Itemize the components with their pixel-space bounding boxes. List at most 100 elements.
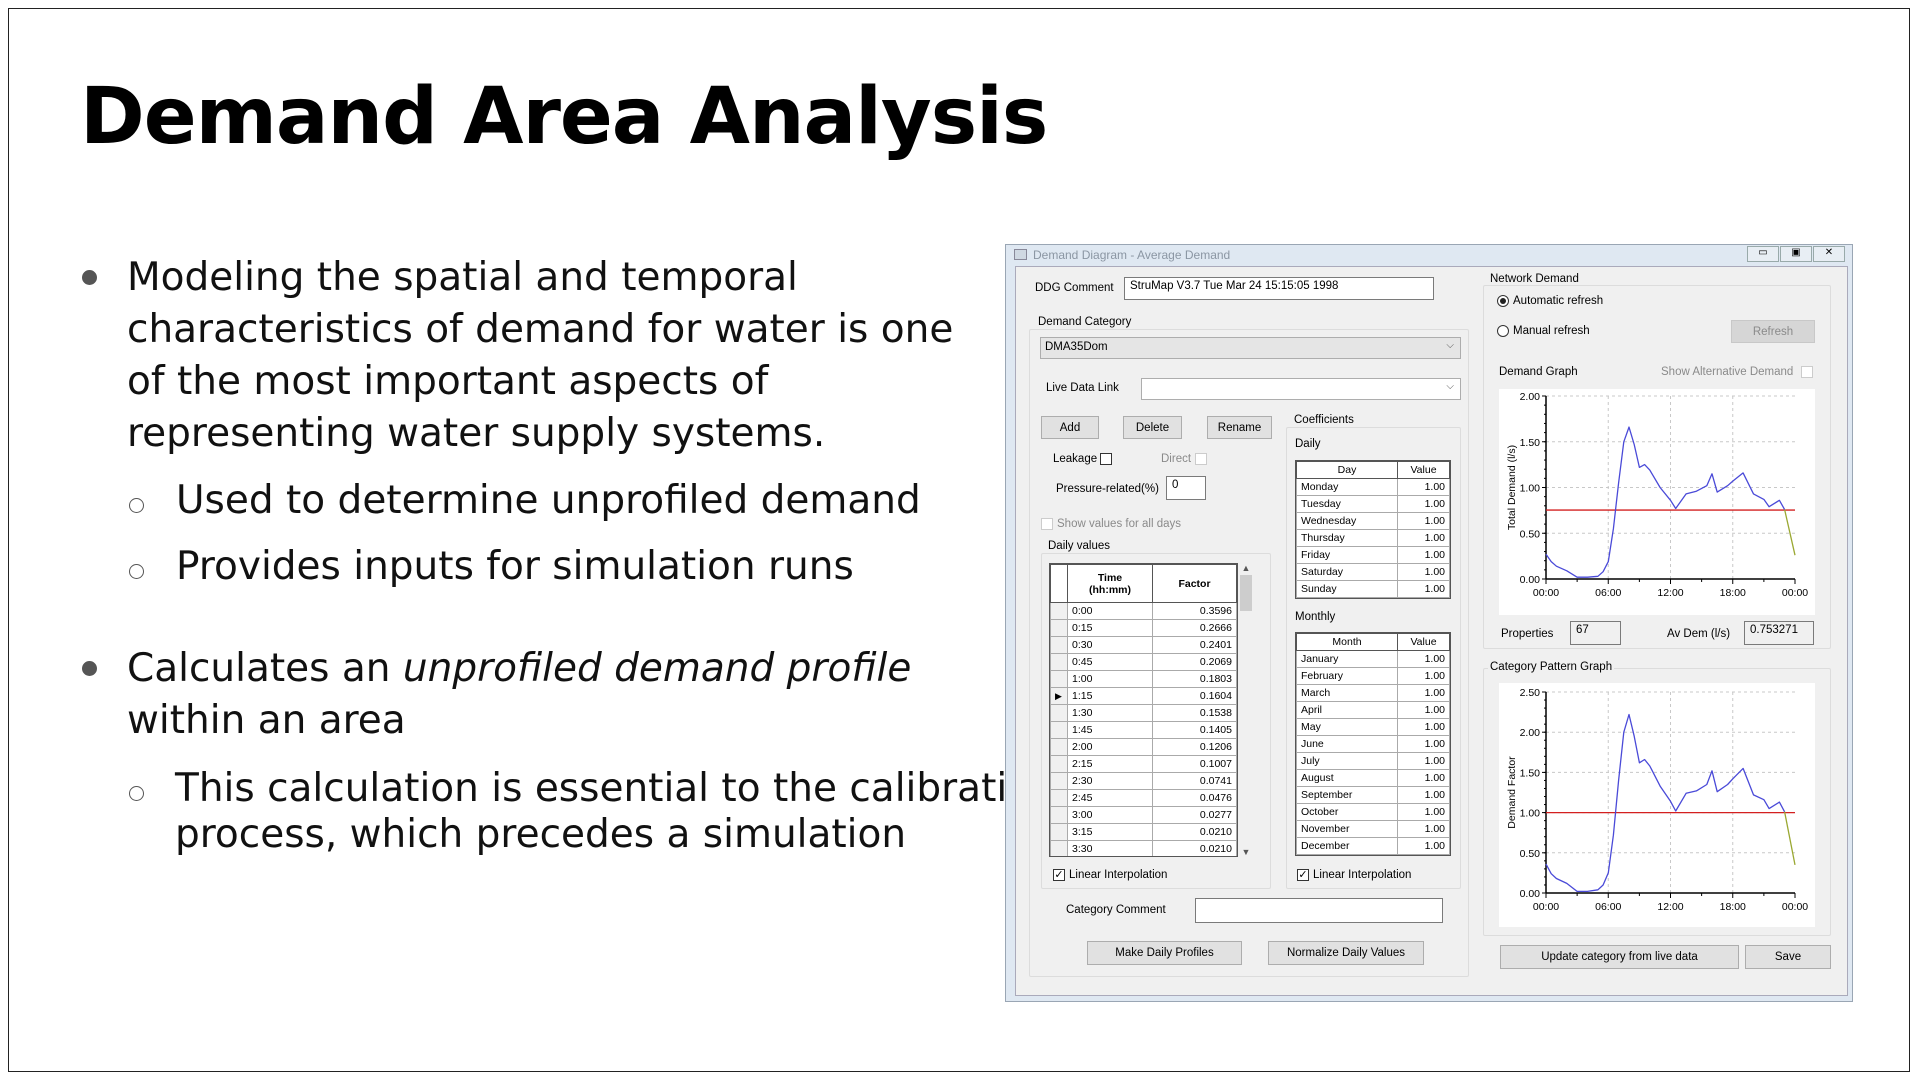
daily-linear-interpolation-checkbox[interactable]: ✓ — [1053, 869, 1065, 881]
row-label-cell[interactable]: 3:00 — [1067, 806, 1153, 824]
row-label-cell[interactable]: July — [1296, 752, 1398, 770]
row-selector[interactable]: ▶ — [1050, 687, 1068, 705]
row-value-cell[interactable]: 1.00 — [1397, 563, 1450, 581]
row-label-cell[interactable]: Friday — [1296, 546, 1398, 564]
update-category-button[interactable]: Update category from live data — [1500, 945, 1739, 969]
row-value-cell[interactable]: 0.2401 — [1152, 636, 1237, 654]
row-selector[interactable] — [1050, 755, 1068, 773]
row-label-cell[interactable]: December — [1296, 837, 1398, 855]
row-value-cell[interactable]: 1.00 — [1397, 701, 1450, 719]
row-value-cell[interactable]: 1.00 — [1397, 820, 1450, 838]
row-label-cell[interactable]: 1:15 — [1067, 687, 1153, 705]
row-label-cell[interactable]: 2:30 — [1067, 772, 1153, 790]
row-label-cell[interactable]: January — [1296, 650, 1398, 668]
scroll-down-icon[interactable]: ▼ — [1238, 847, 1254, 857]
row-value-cell[interactable]: 1.00 — [1397, 718, 1450, 736]
table-row[interactable]: November 1.00 — [1296, 820, 1450, 838]
row-label-cell[interactable]: 1:00 — [1067, 670, 1153, 688]
row-label-cell[interactable]: August — [1296, 769, 1398, 787]
row-selector[interactable] — [1050, 653, 1068, 671]
table-row[interactable]: February 1.00 — [1296, 667, 1450, 685]
automatic-refresh-radio[interactable] — [1497, 295, 1509, 307]
row-value-cell[interactable]: 0.2666 — [1152, 619, 1237, 637]
table-row[interactable]: 3:00 0.0277 — [1050, 806, 1237, 824]
table-row[interactable]: July 1.00 — [1296, 752, 1450, 770]
row-label-cell[interactable]: 0:45 — [1067, 653, 1153, 671]
save-button[interactable]: Save — [1745, 945, 1831, 969]
maximize-button[interactable]: ▣ — [1780, 246, 1812, 262]
table-row[interactable]: March 1.00 — [1296, 684, 1450, 702]
delete-button[interactable]: Delete — [1123, 416, 1182, 439]
row-value-cell[interactable]: 0.2069 — [1152, 653, 1237, 671]
table-row[interactable]: June 1.00 — [1296, 735, 1450, 753]
row-value-cell[interactable]: 1.00 — [1397, 546, 1450, 564]
row-label-cell[interactable]: November — [1296, 820, 1398, 838]
row-label-cell[interactable]: Sunday — [1296, 580, 1398, 598]
table-row[interactable]: 0:00 0.3596 — [1050, 602, 1237, 620]
table-row[interactable]: 1:00 0.1803 — [1050, 670, 1237, 688]
rename-button[interactable]: Rename — [1207, 416, 1272, 439]
row-label-cell[interactable]: May — [1296, 718, 1398, 736]
row-label-cell[interactable]: June — [1296, 735, 1398, 753]
table-row[interactable]: Saturday 1.00 — [1296, 563, 1450, 581]
row-label-cell[interactable]: Saturday — [1296, 563, 1398, 581]
table-row[interactable]: May 1.00 — [1296, 718, 1450, 736]
table-row[interactable]: 0:30 0.2401 — [1050, 636, 1237, 654]
make-daily-profiles-button[interactable]: Make Daily Profiles — [1087, 941, 1242, 965]
demand-category-select[interactable]: DMA35Dom ⌵ — [1040, 337, 1461, 359]
table-row[interactable]: Thursday 1.00 — [1296, 529, 1450, 547]
row-selector[interactable] — [1050, 789, 1068, 807]
table-row[interactable]: 1:45 0.1405 — [1050, 721, 1237, 739]
row-selector[interactable] — [1050, 738, 1068, 756]
table-row[interactable]: October 1.00 — [1296, 803, 1450, 821]
show-alternative-demand-checkbox[interactable] — [1801, 366, 1813, 378]
row-label-cell[interactable]: March — [1296, 684, 1398, 702]
row-selector[interactable] — [1050, 704, 1068, 722]
row-label-cell[interactable]: 2:00 — [1067, 738, 1153, 756]
pressure-related-input[interactable]: 0 — [1166, 476, 1206, 500]
table-row[interactable]: Friday 1.00 — [1296, 546, 1450, 564]
refresh-button[interactable]: Refresh — [1731, 320, 1815, 343]
table-row[interactable]: 2:45 0.0476 — [1050, 789, 1237, 807]
table-row[interactable]: August 1.00 — [1296, 769, 1450, 787]
table-row[interactable]: April 1.00 — [1296, 701, 1450, 719]
row-value-cell[interactable]: 1.00 — [1397, 752, 1450, 770]
row-value-cell[interactable]: 1.00 — [1397, 529, 1450, 547]
row-label-cell[interactable]: 1:30 — [1067, 704, 1153, 722]
row-value-cell[interactable]: 0.1405 — [1152, 721, 1237, 739]
manual-refresh-radio[interactable] — [1497, 325, 1509, 337]
row-value-cell[interactable]: 1.00 — [1397, 478, 1450, 496]
table-row[interactable]: January 1.00 — [1296, 650, 1450, 668]
scroll-up-icon[interactable]: ▲ — [1238, 563, 1254, 573]
row-value-cell[interactable]: 1.00 — [1397, 580, 1450, 598]
row-selector[interactable] — [1050, 636, 1068, 654]
ddg-comment-input[interactable]: StruMap V3.7 Tue Mar 24 15:15:05 1998 — [1124, 277, 1434, 300]
row-value-cell[interactable]: 0.0741 — [1152, 772, 1237, 790]
leakage-checkbox[interactable] — [1100, 453, 1112, 465]
row-value-cell[interactable]: 0.3596 — [1152, 602, 1237, 620]
row-value-cell[interactable]: 0.0277 — [1152, 806, 1237, 824]
row-label-cell[interactable]: Monday — [1296, 478, 1398, 496]
show-all-days-checkbox[interactable] — [1041, 518, 1053, 530]
row-value-cell[interactable]: 1.00 — [1397, 769, 1450, 787]
row-value-cell[interactable]: 1.00 — [1397, 803, 1450, 821]
row-value-cell[interactable]: 1.00 — [1397, 512, 1450, 530]
row-value-cell[interactable]: 0.1803 — [1152, 670, 1237, 688]
table-row[interactable]: Wednesday 1.00 — [1296, 512, 1450, 530]
minimize-button[interactable]: ▭ — [1747, 246, 1779, 262]
row-value-cell[interactable]: 0.0476 — [1152, 789, 1237, 807]
direct-checkbox[interactable] — [1195, 453, 1207, 465]
table-row[interactable]: 0:15 0.2666 — [1050, 619, 1237, 637]
normalize-daily-values-button[interactable]: Normalize Daily Values — [1268, 941, 1424, 965]
daily-scrollbar[interactable]: ▲ ▼ — [1238, 563, 1254, 857]
table-row[interactable]: Monday 1.00 — [1296, 478, 1450, 496]
live-data-link-select[interactable]: ⌵ — [1141, 378, 1461, 400]
row-label-cell[interactable]: September — [1296, 786, 1398, 804]
row-value-cell[interactable]: 0.1007 — [1152, 755, 1237, 773]
row-value-cell[interactable]: 1.00 — [1397, 684, 1450, 702]
row-label-cell[interactable]: April — [1296, 701, 1398, 719]
row-value-cell[interactable]: 1.00 — [1397, 650, 1450, 668]
table-row[interactable]: Tuesday 1.00 — [1296, 495, 1450, 513]
row-value-cell[interactable]: 0.1538 — [1152, 704, 1237, 722]
row-label-cell[interactable]: 0:15 — [1067, 619, 1153, 637]
